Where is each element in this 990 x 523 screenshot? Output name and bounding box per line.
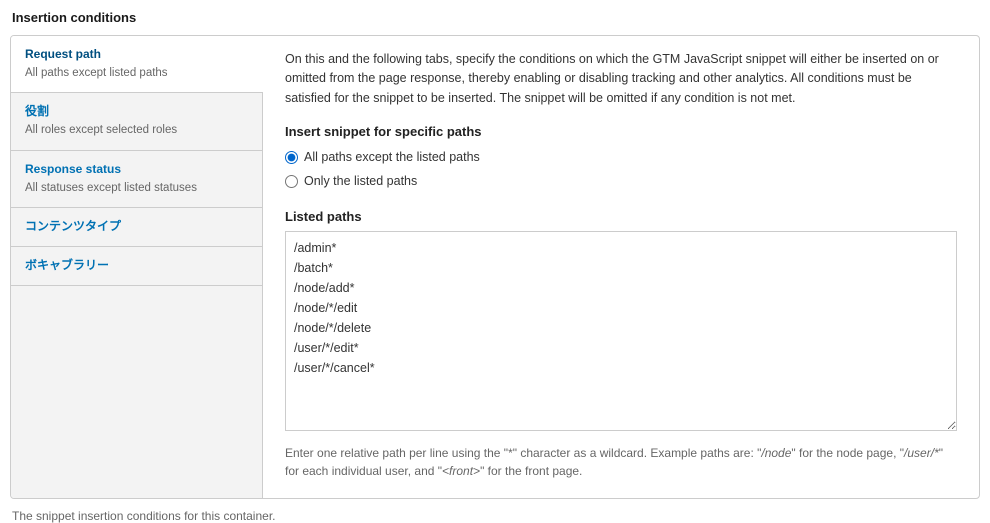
tab-vocabulary[interactable]: ボキャブラリー (11, 247, 262, 286)
tabs-panel: Request path All paths except listed pat… (10, 35, 980, 499)
tab-summary: All statuses except listed statuses (25, 180, 248, 197)
vertical-tabs: Request path All paths except listed pat… (11, 36, 263, 498)
tab-content: On this and the following tabs, specify … (263, 36, 979, 498)
tab-title: コンテンツタイプ (25, 218, 248, 235)
tab-content-type[interactable]: コンテンツタイプ (11, 208, 262, 247)
tab-title: Request path (25, 46, 249, 63)
radio-only-listed[interactable]: Only the listed paths (285, 170, 957, 193)
tab-title: 役割 (25, 103, 248, 120)
insert-mode-radios: All paths except the listed paths Only t… (285, 146, 957, 193)
intro-text: On this and the following tabs, specify … (285, 50, 957, 108)
footer-description: The snippet insertion conditions for thi… (12, 509, 978, 523)
listed-paths-label: Listed paths (285, 207, 957, 227)
tab-response-status[interactable]: Response status All statuses except list… (11, 151, 262, 208)
radio-all-except[interactable]: All paths except the listed paths (285, 146, 957, 169)
tab-summary: All paths except listed paths (25, 65, 249, 82)
tab-title: Response status (25, 161, 248, 178)
listed-paths-hint: Enter one relative path per line using t… (285, 444, 957, 480)
tab-summary: All roles except selected roles (25, 122, 248, 139)
sidebar-spacer (11, 286, 262, 498)
radio-only-listed-input[interactable] (285, 175, 298, 188)
tab-title: ボキャブラリー (25, 257, 248, 274)
tab-request-path[interactable]: Request path All paths except listed pat… (11, 36, 263, 93)
radio-group-label: Insert snippet for specific paths (285, 122, 957, 142)
section-title: Insertion conditions (12, 10, 980, 25)
tab-roles[interactable]: 役割 All roles except selected roles (11, 93, 262, 150)
radio-all-except-input[interactable] (285, 151, 298, 164)
radio-label: Only the listed paths (304, 172, 417, 191)
listed-paths-textarea[interactable] (285, 231, 957, 431)
radio-label: All paths except the listed paths (304, 148, 480, 167)
